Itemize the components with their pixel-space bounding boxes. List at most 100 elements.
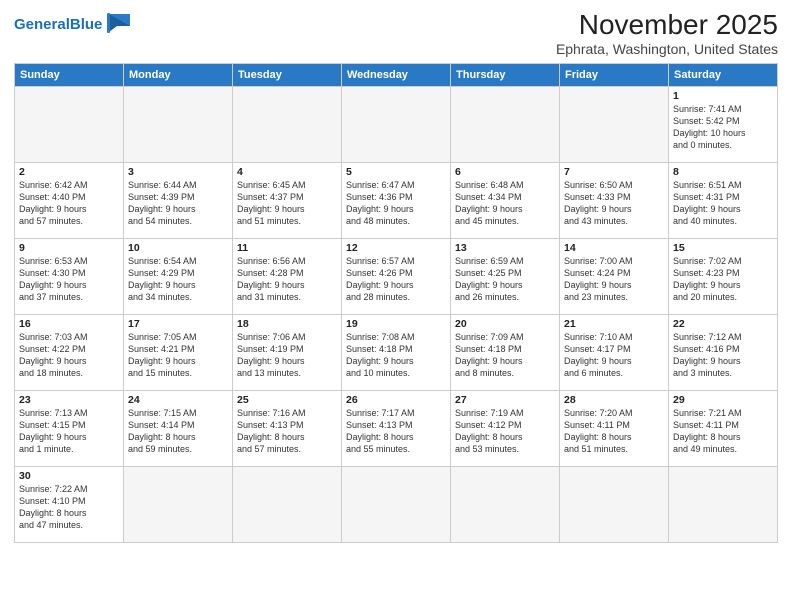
day-number: 15 xyxy=(673,242,773,254)
day-info: Sunrise: 7:20 AM Sunset: 4:11 PM Dayligh… xyxy=(564,407,664,456)
day-number: 11 xyxy=(237,242,337,254)
day-info: Sunrise: 7:12 AM Sunset: 4:16 PM Dayligh… xyxy=(673,331,773,380)
day-number: 18 xyxy=(237,318,337,330)
day-number: 22 xyxy=(673,318,773,330)
table-row: 24Sunrise: 7:15 AM Sunset: 4:14 PM Dayli… xyxy=(124,390,233,466)
table-row xyxy=(669,466,778,542)
day-number: 20 xyxy=(455,318,555,330)
table-row: 23Sunrise: 7:13 AM Sunset: 4:15 PM Dayli… xyxy=(15,390,124,466)
day-info: Sunrise: 7:19 AM Sunset: 4:12 PM Dayligh… xyxy=(455,407,555,456)
table-row: 4Sunrise: 6:45 AM Sunset: 4:37 PM Daylig… xyxy=(233,162,342,238)
table-row: 8Sunrise: 6:51 AM Sunset: 4:31 PM Daylig… xyxy=(669,162,778,238)
day-number: 8 xyxy=(673,166,773,178)
day-info: Sunrise: 6:53 AM Sunset: 4:30 PM Dayligh… xyxy=(19,255,119,304)
table-row: 1Sunrise: 7:41 AM Sunset: 5:42 PM Daylig… xyxy=(669,86,778,162)
table-row: 19Sunrise: 7:08 AM Sunset: 4:18 PM Dayli… xyxy=(342,314,451,390)
day-number: 13 xyxy=(455,242,555,254)
day-number: 26 xyxy=(346,394,446,406)
day-info: Sunrise: 7:02 AM Sunset: 4:23 PM Dayligh… xyxy=(673,255,773,304)
day-number: 6 xyxy=(455,166,555,178)
table-row: 2Sunrise: 6:42 AM Sunset: 4:40 PM Daylig… xyxy=(15,162,124,238)
day-info: Sunrise: 7:09 AM Sunset: 4:18 PM Dayligh… xyxy=(455,331,555,380)
logo-text: GeneralBlue xyxy=(14,16,102,33)
table-row: 10Sunrise: 6:54 AM Sunset: 4:29 PM Dayli… xyxy=(124,238,233,314)
table-row xyxy=(15,86,124,162)
table-row: 12Sunrise: 6:57 AM Sunset: 4:26 PM Dayli… xyxy=(342,238,451,314)
day-info: Sunrise: 7:00 AM Sunset: 4:24 PM Dayligh… xyxy=(564,255,664,304)
header-friday: Friday xyxy=(560,63,669,86)
day-info: Sunrise: 6:59 AM Sunset: 4:25 PM Dayligh… xyxy=(455,255,555,304)
day-info: Sunrise: 7:06 AM Sunset: 4:19 PM Dayligh… xyxy=(237,331,337,380)
day-info: Sunrise: 7:10 AM Sunset: 4:17 PM Dayligh… xyxy=(564,331,664,380)
day-number: 23 xyxy=(19,394,119,406)
table-row: 15Sunrise: 7:02 AM Sunset: 4:23 PM Dayli… xyxy=(669,238,778,314)
calendar-title: November 2025 xyxy=(556,10,778,41)
day-number: 16 xyxy=(19,318,119,330)
table-row: 3Sunrise: 6:44 AM Sunset: 4:39 PM Daylig… xyxy=(124,162,233,238)
table-row: 27Sunrise: 7:19 AM Sunset: 4:12 PM Dayli… xyxy=(451,390,560,466)
day-info: Sunrise: 7:17 AM Sunset: 4:13 PM Dayligh… xyxy=(346,407,446,456)
day-info: Sunrise: 6:50 AM Sunset: 4:33 PM Dayligh… xyxy=(564,179,664,228)
day-number: 7 xyxy=(564,166,664,178)
table-row: 17Sunrise: 7:05 AM Sunset: 4:21 PM Dayli… xyxy=(124,314,233,390)
title-block: November 2025 Ephrata, Washington, Unite… xyxy=(556,10,778,57)
day-number: 30 xyxy=(19,470,119,482)
header-wednesday: Wednesday xyxy=(342,63,451,86)
day-number: 4 xyxy=(237,166,337,178)
calendar-week-row: 1Sunrise: 7:41 AM Sunset: 5:42 PM Daylig… xyxy=(15,86,778,162)
day-info: Sunrise: 7:15 AM Sunset: 4:14 PM Dayligh… xyxy=(128,407,228,456)
calendar-week-row: 23Sunrise: 7:13 AM Sunset: 4:15 PM Dayli… xyxy=(15,390,778,466)
table-row: 25Sunrise: 7:16 AM Sunset: 4:13 PM Dayli… xyxy=(233,390,342,466)
table-row: 7Sunrise: 6:50 AM Sunset: 4:33 PM Daylig… xyxy=(560,162,669,238)
day-number: 14 xyxy=(564,242,664,254)
table-row xyxy=(560,466,669,542)
day-info: Sunrise: 7:05 AM Sunset: 4:21 PM Dayligh… xyxy=(128,331,228,380)
table-row xyxy=(233,466,342,542)
table-row xyxy=(560,86,669,162)
table-row xyxy=(342,466,451,542)
logo: GeneralBlue xyxy=(14,14,132,34)
day-info: Sunrise: 6:56 AM Sunset: 4:28 PM Dayligh… xyxy=(237,255,337,304)
header-tuesday: Tuesday xyxy=(233,63,342,86)
table-row: 6Sunrise: 6:48 AM Sunset: 4:34 PM Daylig… xyxy=(451,162,560,238)
day-info: Sunrise: 6:57 AM Sunset: 4:26 PM Dayligh… xyxy=(346,255,446,304)
day-info: Sunrise: 6:51 AM Sunset: 4:31 PM Dayligh… xyxy=(673,179,773,228)
page: GeneralBlue November 2025 Ephrata, Washi… xyxy=(0,0,792,612)
day-number: 28 xyxy=(564,394,664,406)
logo-icon xyxy=(104,12,132,34)
header-saturday: Saturday xyxy=(669,63,778,86)
table-row: 11Sunrise: 6:56 AM Sunset: 4:28 PM Dayli… xyxy=(233,238,342,314)
table-row xyxy=(451,466,560,542)
day-info: Sunrise: 7:16 AM Sunset: 4:13 PM Dayligh… xyxy=(237,407,337,456)
table-row: 14Sunrise: 7:00 AM Sunset: 4:24 PM Dayli… xyxy=(560,238,669,314)
day-number: 17 xyxy=(128,318,228,330)
calendar-subtitle: Ephrata, Washington, United States xyxy=(556,41,778,57)
logo-blue: Blue xyxy=(70,16,103,33)
day-info: Sunrise: 7:08 AM Sunset: 4:18 PM Dayligh… xyxy=(346,331,446,380)
weekday-header-row: Sunday Monday Tuesday Wednesday Thursday… xyxy=(15,63,778,86)
table-row: 18Sunrise: 7:06 AM Sunset: 4:19 PM Dayli… xyxy=(233,314,342,390)
table-row: 26Sunrise: 7:17 AM Sunset: 4:13 PM Dayli… xyxy=(342,390,451,466)
day-number: 12 xyxy=(346,242,446,254)
day-number: 25 xyxy=(237,394,337,406)
table-row xyxy=(124,466,233,542)
calendar-week-row: 30Sunrise: 7:22 AM Sunset: 4:10 PM Dayli… xyxy=(15,466,778,542)
day-info: Sunrise: 6:48 AM Sunset: 4:34 PM Dayligh… xyxy=(455,179,555,228)
day-number: 19 xyxy=(346,318,446,330)
table-row: 28Sunrise: 7:20 AM Sunset: 4:11 PM Dayli… xyxy=(560,390,669,466)
header: GeneralBlue November 2025 Ephrata, Washi… xyxy=(14,10,778,57)
day-number: 24 xyxy=(128,394,228,406)
table-row: 21Sunrise: 7:10 AM Sunset: 4:17 PM Dayli… xyxy=(560,314,669,390)
table-row: 20Sunrise: 7:09 AM Sunset: 4:18 PM Dayli… xyxy=(451,314,560,390)
day-info: Sunrise: 6:45 AM Sunset: 4:37 PM Dayligh… xyxy=(237,179,337,228)
table-row xyxy=(451,86,560,162)
day-info: Sunrise: 6:54 AM Sunset: 4:29 PM Dayligh… xyxy=(128,255,228,304)
day-info: Sunrise: 6:42 AM Sunset: 4:40 PM Dayligh… xyxy=(19,179,119,228)
table-row: 22Sunrise: 7:12 AM Sunset: 4:16 PM Dayli… xyxy=(669,314,778,390)
table-row: 13Sunrise: 6:59 AM Sunset: 4:25 PM Dayli… xyxy=(451,238,560,314)
day-number: 29 xyxy=(673,394,773,406)
header-monday: Monday xyxy=(124,63,233,86)
day-number: 27 xyxy=(455,394,555,406)
day-info: Sunrise: 7:41 AM Sunset: 5:42 PM Dayligh… xyxy=(673,103,773,152)
header-sunday: Sunday xyxy=(15,63,124,86)
